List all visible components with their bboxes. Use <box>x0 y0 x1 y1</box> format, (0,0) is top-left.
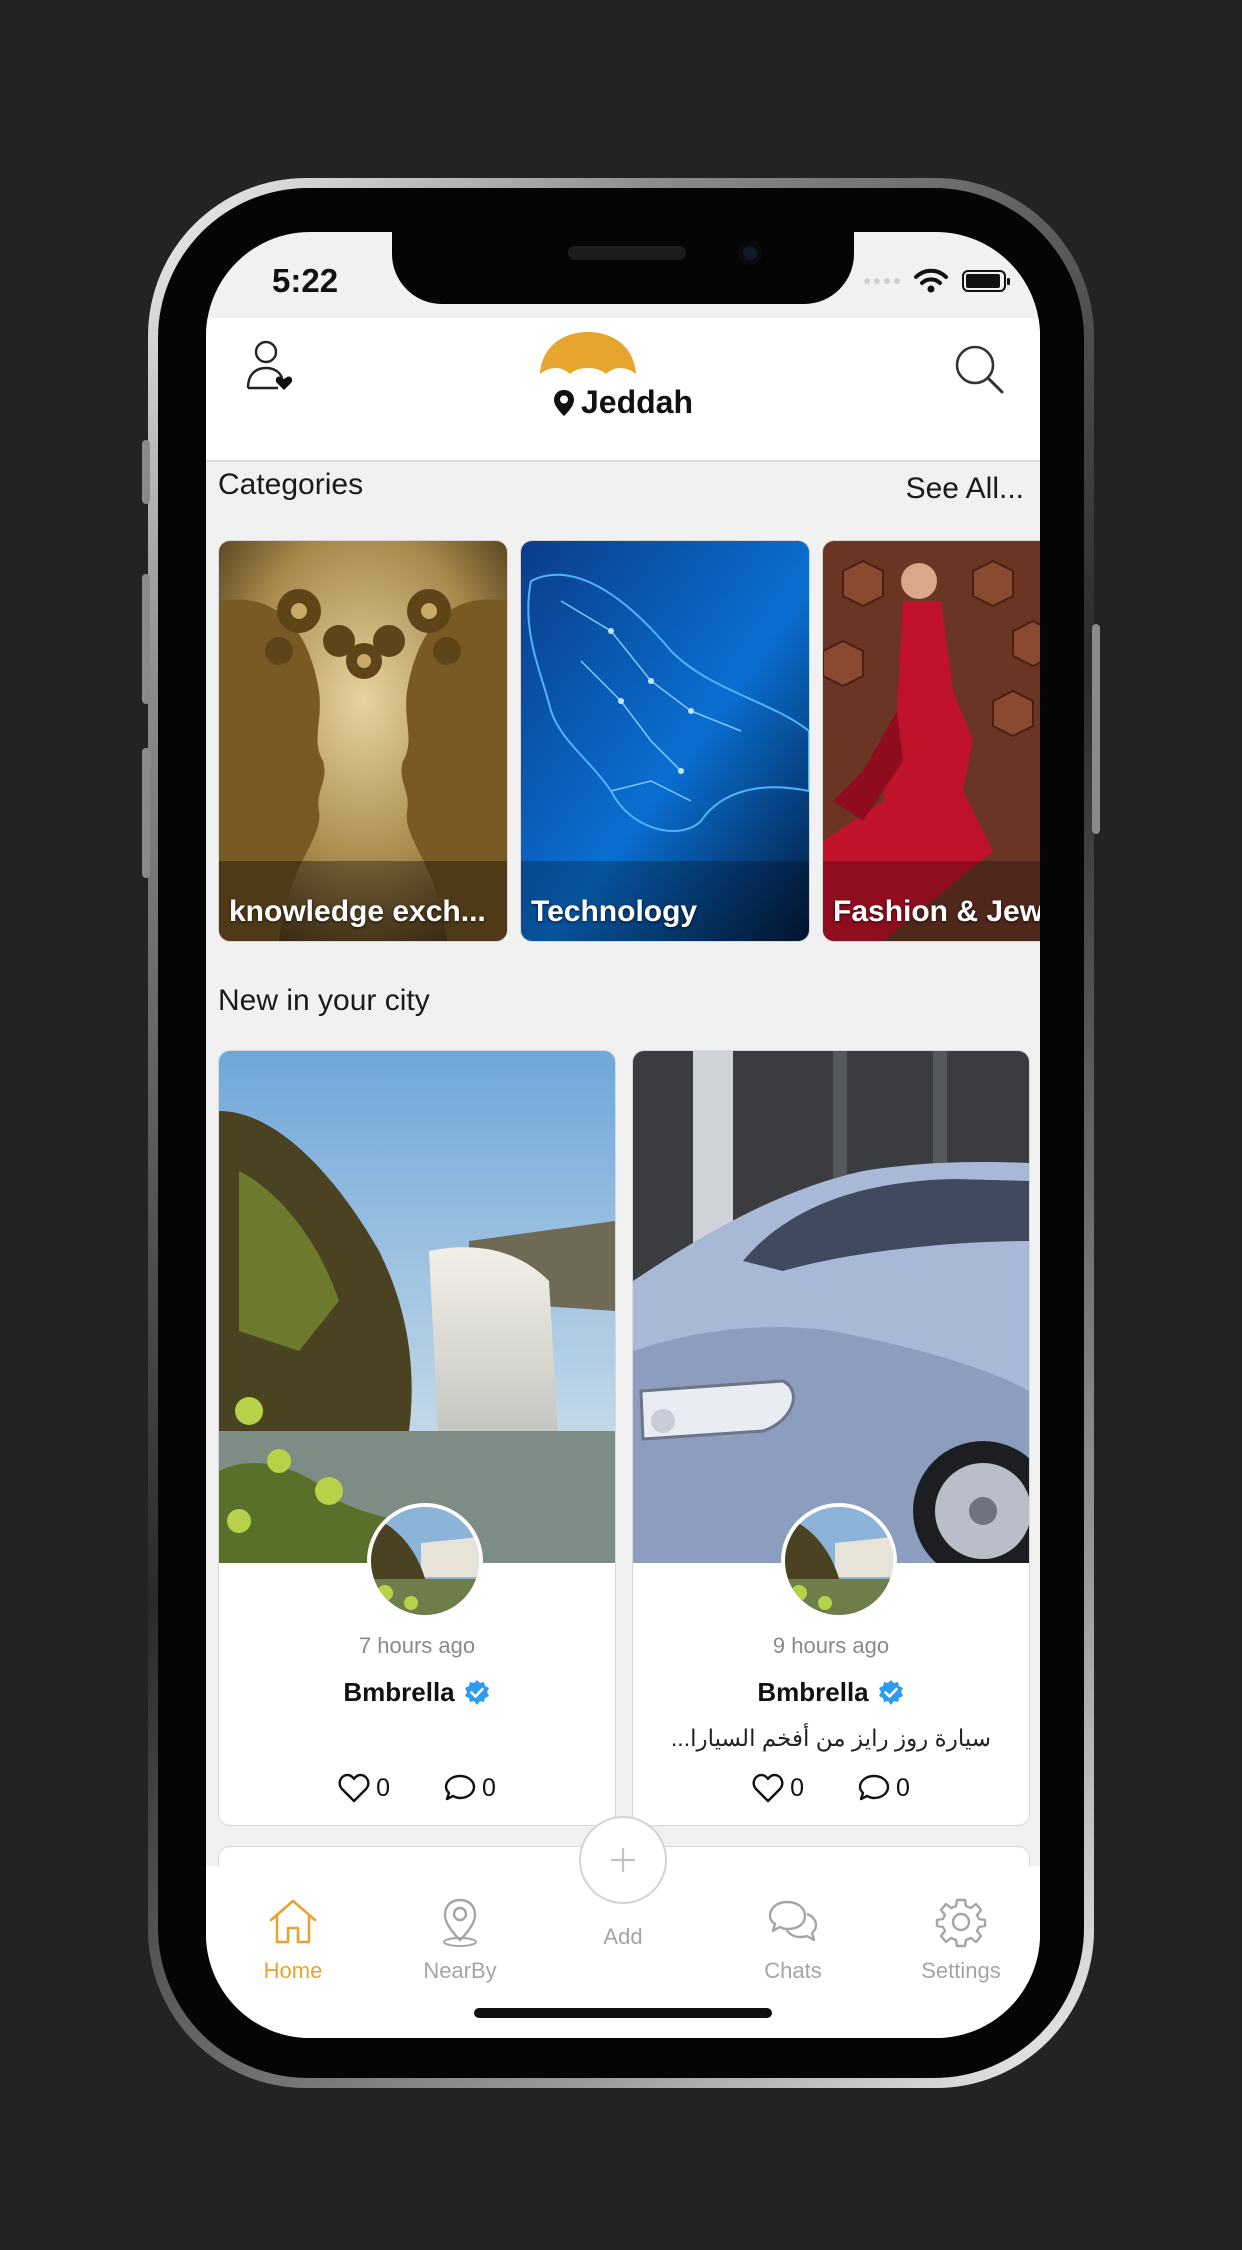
likes-count: 0 <box>790 1773 804 1802</box>
camera <box>738 241 762 265</box>
heart-icon <box>338 1773 370 1803</box>
username-text: Bmbrella <box>343 1677 455 1707</box>
post-stats: 0 0 <box>219 1773 615 1803</box>
side-button <box>142 440 150 504</box>
category-image-knowledge <box>219 541 507 941</box>
app-screen: 5:22 Jeddah Categories See All... knowle… <box>206 232 1040 2038</box>
tab-settings[interactable]: Settings <box>896 1896 1026 1984</box>
category-card-fashion[interactable]: Fashion & Jew <box>822 540 1040 942</box>
status-time: 5:22 <box>272 262 339 299</box>
tab-label: Home <box>263 1958 323 1983</box>
umbrella-logo-icon <box>540 332 636 374</box>
new-in-city-title: New in your city <box>218 984 430 1017</box>
speaker <box>568 246 686 260</box>
search-icon[interactable] <box>952 342 1006 396</box>
comment-button[interactable]: 0 <box>858 1773 910 1803</box>
post-image-car <box>633 1051 1029 1563</box>
verified-badge-icon <box>464 1679 489 1705</box>
city-name: Jeddah <box>580 384 694 420</box>
post-card[interactable]: 9 hours ago Bmbrella سيارة روز رايز من أ… <box>632 1050 1030 1826</box>
post-time: 9 hours ago <box>772 1633 890 1658</box>
tab-nearby[interactable]: NearBy <box>395 1896 525 1984</box>
category-image-technology <box>521 541 809 941</box>
see-all-link[interactable]: See All... <box>906 472 1024 506</box>
city-selector[interactable]: Jeddah <box>206 384 1040 421</box>
comment-bubble-icon <box>858 1774 890 1801</box>
comments-count: 0 <box>896 1773 910 1802</box>
post-username[interactable]: Bmbrella <box>633 1677 1029 1708</box>
likes-count: 0 <box>376 1773 390 1802</box>
post-time: 7 hours ago <box>358 1633 476 1658</box>
verified-badge-icon <box>878 1679 903 1705</box>
plus-icon <box>611 1848 635 1872</box>
tab-chats[interactable]: Chats <box>728 1896 858 1984</box>
app-header: Jeddah <box>206 318 1040 462</box>
home-icon <box>269 1899 317 1944</box>
avatar[interactable] <box>367 1503 483 1619</box>
comments-count: 0 <box>482 1773 496 1802</box>
like-button[interactable]: 0 <box>752 1773 804 1803</box>
post-username[interactable]: Bmbrella <box>219 1677 615 1708</box>
category-card-knowledge[interactable]: knowledge exch... <box>218 540 508 942</box>
category-card-technology[interactable]: Technology <box>520 540 810 942</box>
comment-button[interactable]: 0 <box>444 1773 496 1803</box>
chat-bubbles-icon <box>768 1900 818 1942</box>
notch <box>392 232 854 304</box>
post-description: سيارة روز رايز من أفخم السيارا... <box>670 1725 992 1751</box>
map-pin-icon <box>443 1898 477 1947</box>
post-stats: 0 0 <box>633 1773 1029 1803</box>
power-button <box>1092 624 1100 834</box>
battery-icon <box>962 270 1010 292</box>
comment-bubble-icon <box>444 1774 476 1801</box>
tab-label: NearBy <box>423 1958 497 1983</box>
category-label: Fashion & Jew <box>833 895 1040 928</box>
avatar[interactable] <box>781 1503 897 1619</box>
signal-dots-icon <box>864 278 900 284</box>
category-label: Technology <box>531 895 698 928</box>
add-post-button[interactable] <box>579 1816 667 1904</box>
category-image-fashion <box>823 541 1040 941</box>
volume-up-button <box>142 574 150 704</box>
location-pin-icon <box>553 389 574 416</box>
heart-icon <box>752 1773 784 1803</box>
tab-label-add: Add <box>603 1924 643 1949</box>
categories-title: Categories <box>218 468 364 501</box>
category-label: knowledge exch... <box>229 895 486 928</box>
username-text: Bmbrella <box>757 1677 869 1707</box>
volume-down-button <box>142 748 150 878</box>
status-icons <box>864 268 1010 294</box>
tab-home[interactable]: Home <box>228 1896 358 1984</box>
home-indicator[interactable] <box>474 2008 772 2018</box>
tab-label: Settings <box>921 1958 1001 1983</box>
post-image-waterfall <box>219 1051 615 1563</box>
like-button[interactable]: 0 <box>338 1773 390 1803</box>
tab-label: Chats <box>764 1958 822 1983</box>
wifi-icon <box>914 268 948 293</box>
post-card[interactable]: 7 hours ago Bmbrella 0 0 <box>218 1050 616 1826</box>
gear-icon <box>935 1898 987 1948</box>
